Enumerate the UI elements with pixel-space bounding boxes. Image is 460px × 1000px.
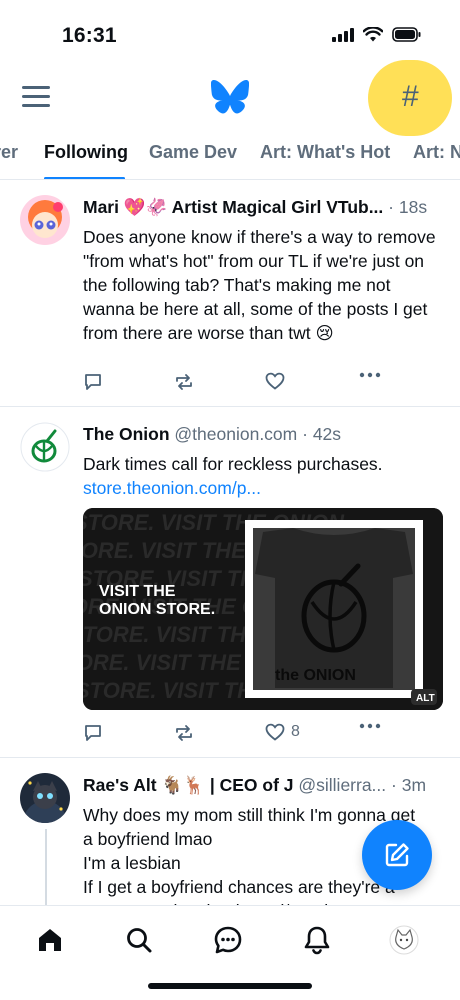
more-options-icon[interactable]	[359, 723, 381, 729]
status-bar: 16:31	[0, 0, 460, 70]
repost-icon[interactable]	[173, 372, 195, 392]
post-text: Does anyone know if there's a way to rem…	[83, 227, 436, 343]
search-icon[interactable]	[121, 922, 157, 958]
wifi-icon	[363, 27, 383, 42]
repost-icon[interactable]	[173, 723, 195, 743]
author-name[interactable]: The Onion	[83, 424, 170, 444]
chat-icon[interactable]	[210, 922, 246, 958]
post-time: · 42s	[302, 424, 342, 444]
author-name[interactable]: Mari 💖🦑 Artist Magical Girl VTub...	[83, 197, 383, 217]
reply-icon[interactable]	[83, 372, 103, 392]
feed-post[interactable]: The Onion @theonion.com · 42s Dark times…	[0, 408, 460, 758]
tab-game-dev[interactable]: Game Dev	[149, 142, 237, 163]
app-header: #	[0, 60, 460, 136]
post-header: Rae's Alt 🐐🦌 | CEO of J @sillierra... · …	[83, 775, 443, 796]
tab-art-new[interactable]: Art: N	[413, 142, 460, 163]
post-image[interactable]: STORE. VISIT THE ONION STORE. VISIT THE …	[83, 508, 443, 710]
bluesky-butterfly-logo[interactable]	[211, 80, 249, 114]
like-count: 8	[291, 723, 300, 740]
signal-icon	[332, 27, 354, 42]
compose-button[interactable]	[362, 820, 432, 890]
post-text: Dark times call for reckless purchases. …	[83, 452, 443, 500]
author-handle[interactable]: @sillierra...	[298, 775, 386, 795]
reply-icon[interactable]	[83, 723, 103, 743]
feed-tabs: rer Following Game Dev Art: What's Hot A…	[0, 134, 460, 180]
status-time: 16:31	[62, 24, 117, 47]
post-header: Mari 💖🦑 Artist Magical Girl VTub... · 18…	[83, 197, 443, 218]
shirt-logo: the ONION	[275, 667, 356, 684]
home-icon[interactable]	[32, 922, 68, 958]
home-indicator	[148, 983, 312, 989]
tab-art-whats-hot[interactable]: Art: What's Hot	[260, 142, 390, 163]
author-name[interactable]: Rae's Alt 🐐🦌 | CEO of J	[83, 775, 294, 795]
post-time: · 18s	[388, 197, 428, 217]
post-actions	[83, 372, 383, 396]
active-tab-indicator	[44, 177, 125, 179]
author-handle[interactable]: @theonion.com	[174, 424, 297, 444]
notifications-icon[interactable]	[299, 922, 335, 958]
tab-following[interactable]: Following	[44, 142, 128, 163]
compose-icon	[385, 843, 409, 867]
status-icons	[332, 27, 422, 42]
like-button[interactable]: 8	[265, 723, 300, 741]
avatar[interactable]	[20, 422, 70, 472]
post-body: Dark times call for reckless purchases.	[83, 454, 383, 474]
media-headline: ONION STORE.	[99, 601, 215, 618]
hamburger-menu-icon[interactable]	[22, 86, 50, 110]
avatar[interactable]	[20, 773, 70, 823]
profile-avatar[interactable]	[386, 922, 422, 958]
hashtag-icon[interactable]: #	[402, 82, 419, 112]
post-header: The Onion @theonion.com · 42s	[83, 424, 443, 445]
feed-post[interactable]: Mari 💖🦑 Artist Magical Girl VTub... · 18…	[0, 181, 460, 407]
tab-rer[interactable]: rer	[0, 142, 18, 163]
media-headline: VISIT THE	[99, 583, 176, 600]
post-time: · 3m	[391, 775, 427, 795]
battery-icon	[392, 27, 421, 42]
thread-line	[45, 829, 47, 909]
post-actions: 8	[83, 723, 383, 747]
like-icon[interactable]	[265, 372, 285, 390]
alt-badge[interactable]: ALT	[416, 693, 435, 704]
like-icon	[265, 723, 285, 741]
avatar[interactable]	[20, 195, 70, 245]
more-options-icon[interactable]	[359, 372, 381, 378]
post-link[interactable]: store.theonion.com/p...	[83, 476, 443, 500]
